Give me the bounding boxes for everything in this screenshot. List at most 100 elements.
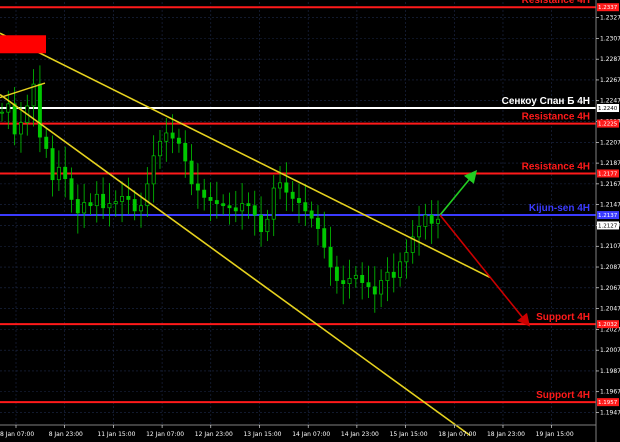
candle-body — [372, 286, 377, 295]
y-tick-label: 1.1967 — [600, 389, 620, 396]
candle-body — [391, 271, 396, 278]
candle-body — [19, 122, 23, 135]
candle-body — [233, 207, 238, 212]
candle-body — [214, 200, 219, 204]
candle-body — [322, 228, 327, 248]
x-tick-label: 14 Jan 23:00 — [341, 431, 379, 438]
candle-body — [44, 136, 49, 149]
candle-body — [379, 280, 384, 295]
candle-body — [12, 103, 17, 135]
y-tick-label: 1.2067 — [600, 285, 620, 292]
candle-body — [88, 202, 93, 207]
candle-body — [315, 217, 320, 229]
price-tag-text: 1.2177 — [598, 171, 618, 177]
candle-body — [360, 274, 365, 283]
candle-body — [221, 203, 226, 207]
x-tick-label: 18 Jan 07:00 — [438, 431, 476, 438]
y-tick-label: 1.1987 — [600, 368, 620, 375]
y-tick-label: 1.2007 — [600, 347, 620, 354]
y-tick-label: 1.2247 — [600, 98, 620, 105]
candle-body — [252, 205, 257, 216]
candle-body — [75, 199, 80, 214]
candle-body — [309, 210, 314, 219]
price-tag-text: 1.2225 — [598, 122, 618, 128]
candle-body — [183, 142, 188, 162]
chart-container: Resistance 4H Сенкоу Спан Б 4H Resistance … — [0, 0, 620, 442]
y-tick-label: 1.2207 — [600, 139, 620, 146]
candle-body — [126, 196, 131, 200]
x-tick-label: 13 Jan 15:00 — [243, 431, 281, 438]
candle-body — [271, 187, 276, 220]
price-tag-text: 1.2032 — [598, 322, 617, 328]
candle-body — [429, 214, 434, 224]
candle-body — [353, 274, 358, 279]
candle-body — [436, 218, 440, 224]
y-tick-label: 1.2187 — [600, 160, 620, 167]
price-tag-text: 1.1957 — [598, 400, 618, 406]
candle-body — [278, 182, 282, 189]
price-tag-text: 1.2337 — [598, 5, 618, 11]
candle-body — [69, 178, 74, 200]
candle-body — [265, 218, 270, 233]
level-label-senkou: Сенкоу Спан Б 4H — [502, 96, 590, 107]
x-tick-label: 15 Jan 15:00 — [390, 431, 428, 438]
candle-body — [107, 203, 112, 209]
candle-body — [208, 197, 213, 201]
candle-body — [158, 140, 162, 157]
price-tag-text: 1.2240 — [598, 106, 618, 112]
candle-body — [176, 137, 181, 144]
y-tick-label: 1.1947 — [600, 410, 620, 417]
candle-body — [139, 205, 143, 212]
candle-body — [347, 278, 352, 285]
x-tick-label: 8 Jan 07:00 — [0, 431, 34, 438]
candle-body — [113, 201, 118, 204]
candle-body — [227, 205, 232, 209]
plot-background — [0, 0, 620, 442]
candle-body — [284, 182, 289, 193]
level-label-resistance: Resistance 4H — [522, 0, 590, 6]
y-tick-label: 1.2307 — [600, 35, 620, 42]
x-tick-label: 8 Jan 23:00 — [49, 431, 83, 438]
candle-body — [246, 203, 251, 207]
y-tick-label: 1.2267 — [600, 77, 620, 84]
candle-body — [297, 198, 301, 203]
candle-body — [195, 183, 200, 191]
x-tick-label: 12 Jan 23:00 — [195, 431, 233, 438]
candle-body — [423, 214, 428, 227]
x-tick-label: 12 Jan 07:00 — [146, 431, 184, 438]
candle-body — [170, 132, 175, 139]
candle-body — [417, 226, 421, 238]
y-tick-label: 1.2087 — [600, 264, 620, 271]
level-label-resistance: Resistance 4H — [522, 161, 590, 172]
y-tick-label: 1.2107 — [600, 243, 620, 250]
y-tick-label: 1.2147 — [600, 202, 620, 209]
candle-body — [151, 155, 156, 185]
candle-body — [259, 214, 264, 233]
candle-body — [94, 193, 99, 207]
candle-body — [189, 160, 194, 185]
y-tick-label: 1.2047 — [600, 306, 620, 313]
candle-body — [240, 203, 245, 212]
candle-body — [82, 202, 87, 214]
price-tag-text: 1.2127 — [598, 223, 618, 229]
level-label-kijun: Kijun-sen 4H — [529, 203, 590, 214]
candle-body — [120, 196, 125, 202]
candle-body — [334, 266, 339, 281]
candle-body — [0, 111, 4, 114]
x-tick-label: 14 Jan 07:00 — [292, 431, 330, 438]
candle-body — [50, 148, 55, 181]
level-label-support: Support 4H — [536, 390, 590, 401]
x-tick-label: 18 Jan 23:00 — [487, 431, 525, 438]
price-chart: Resistance 4H Сенкоу Спан Б 4H Resistance … — [0, 0, 620, 442]
candle-body — [290, 191, 295, 199]
red-marker-block — [0, 35, 46, 54]
x-tick-label: 11 Jan 15:00 — [97, 431, 135, 438]
candle-body — [404, 252, 409, 263]
candle-body — [398, 261, 403, 278]
y-tick-label: 1.2167 — [600, 181, 620, 188]
x-tick-label: 19 Jan 15:00 — [536, 431, 574, 438]
candle-body — [37, 83, 42, 138]
candle-body — [132, 199, 137, 212]
candle-body — [303, 202, 308, 212]
price-tag-text: 1.2137 — [598, 213, 618, 219]
